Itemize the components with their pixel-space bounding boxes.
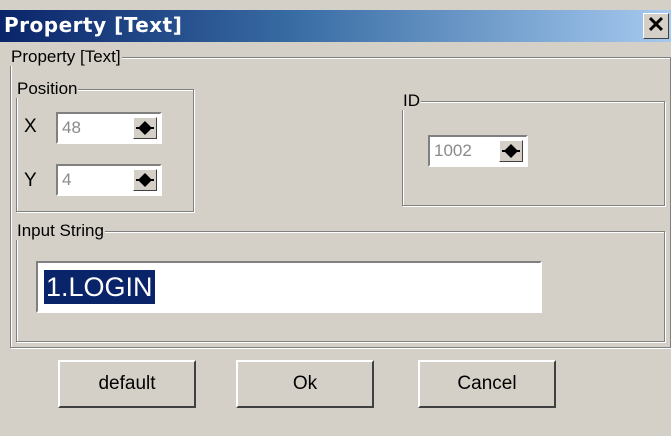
spin-down-icon[interactable] xyxy=(139,129,151,135)
position-group-label: Position xyxy=(16,79,79,98)
id-spinner[interactable]: 1002 xyxy=(428,135,528,167)
y-label: Y xyxy=(24,170,37,191)
cancel-button[interactable]: Cancel xyxy=(418,360,556,408)
x-label: X xyxy=(24,116,37,137)
spin-down-icon[interactable] xyxy=(139,181,151,187)
input-string-field[interactable]: 1.LOGIN xyxy=(36,261,542,313)
id-spin-arrows[interactable] xyxy=(499,140,523,162)
y-value[interactable]: 4 xyxy=(62,170,71,190)
y-spinner[interactable]: 4 xyxy=(56,164,162,196)
property-group-label: Property [Text] xyxy=(10,47,122,66)
input-string-value[interactable]: 1.LOGIN xyxy=(44,270,155,304)
close-icon[interactable]: ✕ xyxy=(643,13,669,39)
default-button[interactable]: default xyxy=(58,360,196,408)
title-bar[interactable]: Property [Text] ✕ xyxy=(0,10,671,42)
property-dialog: Property [Text] ✕ Property [Text] Positi… xyxy=(0,0,671,436)
spin-down-icon[interactable] xyxy=(505,152,517,158)
ok-button[interactable]: Ok xyxy=(236,360,374,408)
id-group-label: ID xyxy=(402,91,421,110)
window-title: Property [Text] xyxy=(4,13,183,37)
y-spin-arrows[interactable] xyxy=(133,169,157,191)
input-string-label: Input String xyxy=(16,221,105,240)
x-spin-arrows[interactable] xyxy=(133,117,157,139)
x-spinner[interactable]: 48 xyxy=(56,112,162,144)
id-value[interactable]: 1002 xyxy=(434,141,472,161)
x-value[interactable]: 48 xyxy=(62,118,81,138)
